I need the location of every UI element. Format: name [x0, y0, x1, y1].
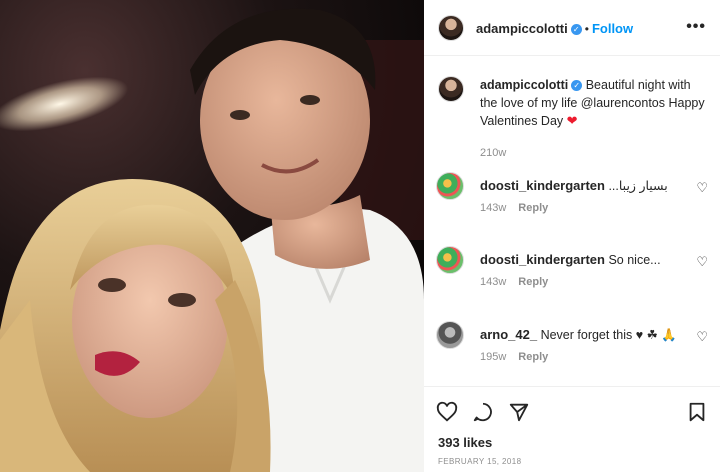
like-comment-heart-icon[interactable]: ♡ — [696, 329, 708, 345]
commenter-avatar[interactable] — [436, 172, 464, 200]
post-details-panel: adampiccolotti ✓ • Follow ••• adampiccolott… — [424, 0, 720, 472]
reply-button[interactable]: Reply — [518, 202, 548, 214]
commenter-avatar[interactable] — [436, 246, 464, 274]
comment-text: ...بسيار زيبا — [608, 179, 668, 193]
commenter-username[interactable]: arno_42_ — [480, 327, 537, 342]
commenter-username[interactable]: doosti_kindergarten — [480, 178, 605, 193]
like-comment-heart-icon[interactable]: ♡ — [696, 180, 708, 196]
caption-text-block: adampiccolotti ✓ Beautiful night with the… — [480, 76, 710, 162]
couple-photo-illustration — [0, 0, 424, 472]
like-comment-heart-icon[interactable]: ♡ — [696, 254, 708, 270]
author-username[interactable]: adampiccolotti — [476, 21, 568, 36]
comment-meta: 143w Reply — [480, 276, 548, 288]
verified-badge-icon: ✓ — [570, 24, 582, 35]
likes-count[interactable]: 393 likes — [438, 435, 492, 450]
post-date: FEBRUARY 15, 2018 — [438, 457, 522, 466]
red-heart-icon: ❤ — [566, 113, 578, 128]
author-avatar[interactable] — [438, 15, 464, 41]
comment-text: So nice... — [608, 253, 661, 267]
comment-text: Never forget this ♥ ☘ 🙏 — [540, 328, 677, 342]
post-header: adampiccolotti ✓ • Follow ••• — [424, 0, 720, 56]
caption-author-username[interactable]: adampiccolotti — [480, 78, 568, 92]
comment-timestamp: 143w — [480, 202, 507, 214]
post-actions: 393 likes FEBRUARY 15, 2018 — [424, 386, 720, 472]
reply-button[interactable]: Reply — [518, 351, 548, 363]
comment-meta: 143w Reply — [480, 202, 548, 214]
comment-timestamp: 143w — [480, 276, 507, 288]
save-bookmark-icon[interactable] — [686, 401, 708, 423]
comment-line: doosti_kindergarten So nice... — [480, 252, 680, 267]
comment-timestamp: 195w — [480, 351, 507, 363]
commenter-avatar[interactable] — [436, 321, 464, 349]
post-photo[interactable] — [0, 0, 424, 472]
comment-item: doosti_kindergarten So nice... 143w Reply… — [436, 246, 712, 302]
comment-item: doosti_kindergarten ...بسيار زيبا 143w Re… — [436, 172, 712, 228]
commenter-username[interactable]: doosti_kindergarten — [480, 252, 605, 267]
share-paper-plane-icon[interactable] — [508, 401, 530, 423]
separator-dot: • — [584, 22, 589, 36]
author-info: adampiccolotti ✓ • Follow — [476, 20, 633, 38]
comment-line: doosti_kindergarten ...بسيار زيبا — [480, 178, 680, 193]
comment-item: arno_42_ Never forget this ♥ ☘ 🙏 195w Rep… — [436, 321, 712, 377]
comment-bubble-icon[interactable] — [472, 401, 494, 423]
caption-timestamp: 210w — [480, 147, 507, 159]
reply-button[interactable]: Reply — [518, 276, 548, 288]
verified-badge-icon: ✓ — [571, 80, 583, 91]
more-options-icon[interactable]: ••• — [686, 18, 706, 36]
comment-line: arno_42_ Never forget this ♥ ☘ 🙏 — [480, 327, 680, 343]
like-heart-icon[interactable] — [436, 401, 458, 423]
follow-button[interactable]: Follow — [592, 21, 633, 36]
comment-meta: 195w Reply — [480, 351, 548, 363]
caption-author-avatar[interactable] — [438, 76, 464, 102]
